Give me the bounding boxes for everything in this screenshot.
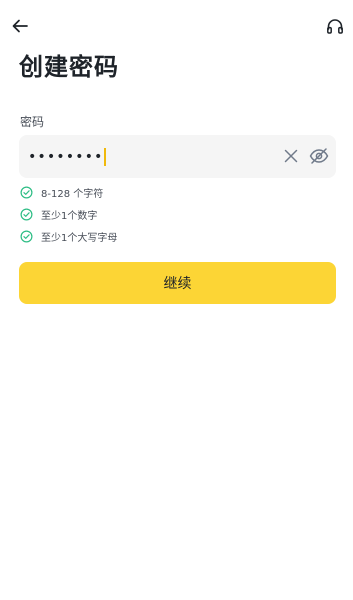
requirement-text: 至少1个大写字母 (41, 232, 118, 244)
page-title: 创建密码 (19, 53, 119, 81)
text-caret (104, 147, 107, 166)
eye-off-icon (309, 148, 329, 164)
continue-button[interactable]: 继续 (19, 262, 336, 304)
toggle-visibility-button[interactable] (305, 142, 333, 170)
back-button[interactable] (6, 12, 34, 40)
requirement-text: 至少1个数字 (41, 210, 98, 222)
password-field[interactable]: •••••••• (19, 135, 336, 178)
password-masked-value: •••••••• (28, 148, 104, 165)
headset-icon (327, 19, 343, 34)
requirement-length: 8-128 个字符 (19, 181, 117, 203)
password-label: 密码 (20, 115, 45, 129)
password-input[interactable]: •••••••• (28, 135, 107, 178)
check-circle-icon (19, 207, 33, 221)
arrow-left-icon (12, 19, 28, 33)
password-requirements: 8-128 个字符 至少1个数字 至少1个大写字母 (19, 181, 117, 247)
requirement-number: 至少1个数字 (19, 203, 117, 225)
customer-support-button[interactable] (321, 13, 349, 41)
close-icon (284, 149, 298, 163)
check-circle-icon (19, 229, 33, 243)
top-bar (0, 0, 353, 52)
clear-password-button[interactable] (277, 142, 305, 170)
check-circle-icon (19, 185, 33, 199)
requirement-uppercase: 至少1个大写字母 (19, 225, 117, 247)
requirement-text: 8-128 个字符 (41, 188, 104, 200)
